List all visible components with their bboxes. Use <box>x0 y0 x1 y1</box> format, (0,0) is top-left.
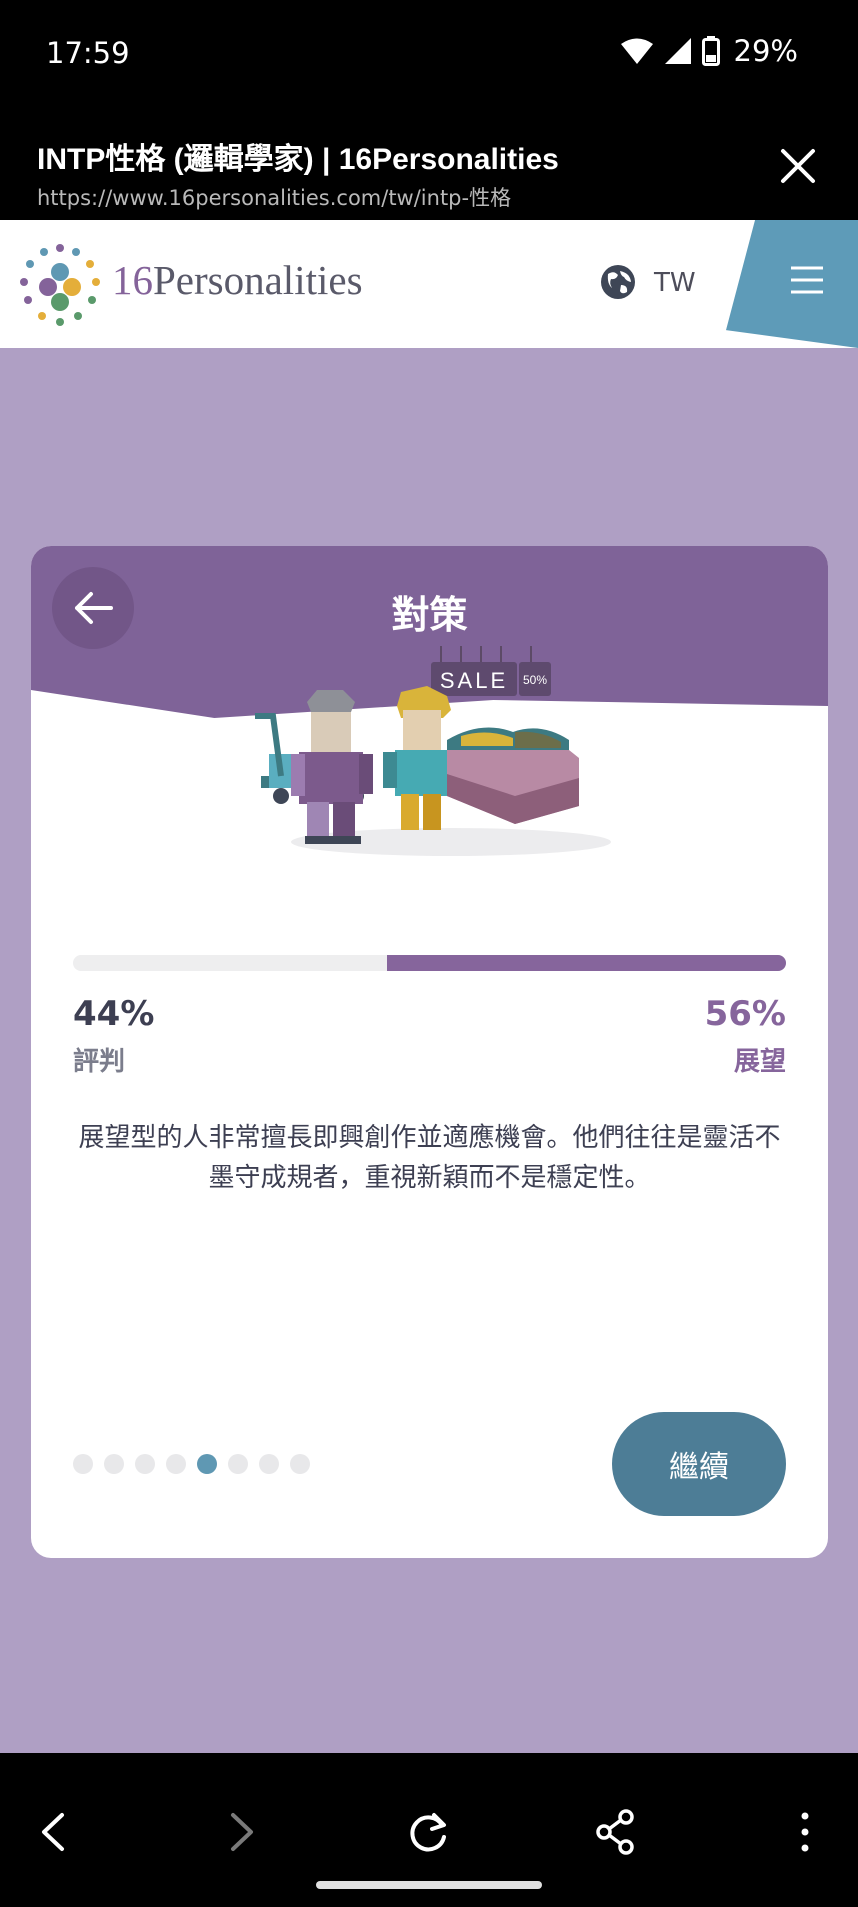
battery-icon <box>701 36 720 66</box>
pagination-dot[interactable] <box>259 1454 279 1474</box>
browser-nav-bar <box>0 1753 858 1907</box>
pagination-dot[interactable] <box>73 1454 93 1474</box>
discount-tag-text: 50% <box>523 673 547 687</box>
pagination-dots <box>73 1454 310 1474</box>
continue-button[interactable]: 繼續 <box>612 1412 786 1516</box>
sale-tag-text: SALE <box>440 668 508 693</box>
trait-progress-bar <box>73 955 786 971</box>
prospecting-percent: 56% <box>704 994 786 1034</box>
nav-back-icon[interactable] <box>30 1807 80 1857</box>
pagination-dot[interactable] <box>104 1454 124 1474</box>
pagination-dot[interactable] <box>135 1454 155 1474</box>
page-title: INTP性格 (邏輯學家) | 16Personalities <box>37 143 559 176</box>
battery-level: 29% <box>733 34 798 68</box>
pagination-dot[interactable] <box>290 1454 310 1474</box>
logo-wordmark[interactable]: 16Personalities <box>112 256 363 304</box>
language-selector[interactable]: TW <box>654 268 696 298</box>
browser-title-bar: INTP性格 (邏輯學家) | 16Personalities https://… <box>0 110 858 220</box>
trait-progress-fill <box>386 955 786 971</box>
nav-forward-icon[interactable] <box>215 1807 265 1857</box>
site-header: 16Personalities TW <box>0 220 858 348</box>
globe-icon[interactable] <box>600 264 636 300</box>
prospecting-label: 展望 <box>733 1047 786 1077</box>
trait-card: 對策 SALE 50% 44% 評判 56% 展望 展望型的人非常擅長即興創作並… <box>31 546 828 1558</box>
logo-icon[interactable] <box>18 242 102 326</box>
more-icon[interactable] <box>780 1807 830 1857</box>
share-icon[interactable] <box>592 1807 642 1857</box>
judging-percent: 44% <box>73 994 155 1034</box>
judging-label: 評判 <box>73 1047 126 1077</box>
close-icon[interactable] <box>776 144 820 188</box>
status-icons: 29% <box>620 34 798 68</box>
page-url[interactable]: https://www.16personalities.com/tw/intp-… <box>37 182 511 212</box>
card-title: 對策 <box>391 593 468 637</box>
status-time: 17:59 <box>46 36 130 70</box>
home-indicator[interactable] <box>316 1881 542 1889</box>
pagination-dot[interactable] <box>166 1454 186 1474</box>
status-bar: 17:59 29% <box>0 0 858 110</box>
reload-icon[interactable] <box>404 1807 454 1857</box>
shopping-illustration: SALE 50% <box>255 646 611 856</box>
menu-icon[interactable] <box>790 266 824 294</box>
wifi-icon <box>620 38 653 64</box>
trait-description: 展望型的人非常擅長即興創作並適應機會。他們往往是靈活不墨守成規者，重視新穎而不是… <box>78 1123 781 1193</box>
pagination-dot[interactable] <box>228 1454 248 1474</box>
pagination-dot[interactable] <box>197 1454 217 1474</box>
signal-icon <box>664 38 691 64</box>
